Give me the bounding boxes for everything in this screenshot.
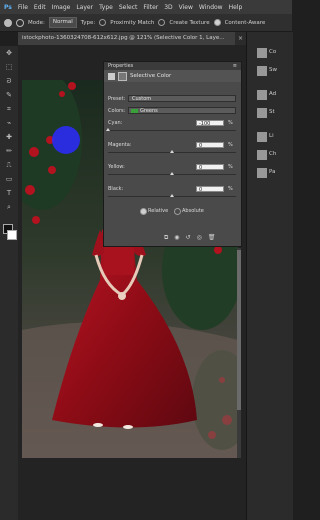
- canvas-scroll-thumb[interactable]: [237, 250, 241, 410]
- document-tab-bar: istockphoto-1360324708-612x612.jpg @ 121…: [18, 32, 246, 45]
- menu-type[interactable]: Type: [99, 4, 113, 11]
- black-slider-thumb[interactable]: [170, 194, 174, 197]
- adjustments-panel-icon[interactable]: [257, 90, 267, 100]
- background-color-swatch[interactable]: [7, 230, 17, 240]
- menu-view[interactable]: View: [179, 4, 193, 11]
- type-tool-icon[interactable]: T: [4, 188, 14, 198]
- paths-panel-icon[interactable]: [257, 168, 267, 178]
- mode-select[interactable]: Normal: [48, 17, 77, 28]
- properties-panel: Properties ≡ Selective Color Preset: Cus…: [103, 61, 242, 247]
- colors-select[interactable]: Greens: [128, 107, 236, 114]
- view-previous-icon[interactable]: ◉: [174, 234, 179, 242]
- adjustment-layer-icon: [108, 72, 115, 80]
- menu-image[interactable]: Image: [52, 4, 71, 11]
- adjustments-panel-label[interactable]: Ad: [269, 91, 276, 97]
- clone-stamp-icon[interactable]: ⎍: [4, 160, 14, 170]
- content-aware-radio[interactable]: [213, 19, 221, 26]
- greens-swatch: [131, 109, 138, 113]
- healing-brush-icon[interactable]: ✚: [4, 132, 14, 142]
- yellow-unit: %: [228, 164, 233, 170]
- menu-window[interactable]: Window: [199, 4, 223, 11]
- options-bar: Mode: Normal Type: Proximity Match Creat…: [0, 14, 292, 32]
- adjustment-title-row: Selective Color: [104, 70, 241, 82]
- eraser-icon[interactable]: ▭: [4, 174, 14, 184]
- swatches-panel-label[interactable]: Sw: [269, 67, 277, 73]
- visibility-icon[interactable]: ◎: [197, 234, 202, 242]
- proximity-radio[interactable]: [99, 19, 107, 26]
- styles-panel-icon[interactable]: [257, 108, 267, 118]
- black-value-field[interactable]: 0: [196, 186, 224, 193]
- crop-tool-icon[interactable]: ⌗: [4, 104, 14, 114]
- quick-select-icon[interactable]: ✎: [4, 90, 14, 100]
- black-unit: %: [228, 186, 233, 192]
- menu-edit[interactable]: Edit: [34, 4, 46, 11]
- menu-layer[interactable]: Layer: [76, 4, 93, 11]
- cyan-value-field[interactable]: -100: [196, 120, 224, 127]
- close-tab-icon[interactable]: ×: [235, 35, 246, 42]
- properties-footer: ⧉ ◉ ↺ ◎ 🗑: [164, 234, 215, 242]
- magenta-slider-thumb[interactable]: [170, 150, 174, 153]
- menu-bar: Ps File Edit Image Layer Type Select Fil…: [0, 0, 292, 14]
- color-panel-icon[interactable]: [257, 48, 267, 58]
- layers-panel-label[interactable]: Li: [269, 133, 274, 139]
- marquee-tool-icon[interactable]: ⬚: [4, 62, 14, 72]
- proximity-label: Proximity Match: [110, 19, 155, 26]
- yellow-value-field[interactable]: 0: [196, 164, 224, 171]
- type-label: Type:: [80, 19, 96, 26]
- brush-cursor-icon: [52, 126, 80, 154]
- move-tool-icon[interactable]: ✥: [4, 48, 14, 58]
- right-panel-dock: Co Sw Ad St Li Ch Pa: [246, 32, 293, 520]
- channels-panel-icon[interactable]: [257, 150, 267, 160]
- brush-size-icon[interactable]: [16, 18, 24, 27]
- mask-icon: [118, 71, 127, 81]
- eyedropper-icon[interactable]: ⌁: [4, 118, 14, 128]
- relative-radio[interactable]: [140, 208, 147, 215]
- content-aware-label: Content-Aware: [224, 19, 266, 26]
- layers-panel-icon[interactable]: [257, 132, 267, 142]
- lasso-tool-icon[interactable]: ᘐ: [4, 76, 14, 86]
- colors-label: Colors:: [108, 108, 126, 114]
- preset-select[interactable]: Custom: [128, 95, 236, 102]
- cyan-label: Cyan:: [108, 120, 123, 126]
- menu-help[interactable]: Help: [229, 4, 243, 11]
- properties-title: Properties: [108, 63, 134, 69]
- absolute-label: Absolute: [182, 208, 204, 214]
- channels-panel-label[interactable]: Ch: [269, 151, 276, 157]
- relative-label: Relative: [148, 208, 169, 214]
- brush-tool-icon[interactable]: ✏: [4, 146, 14, 156]
- paths-panel-label[interactable]: Pa: [269, 169, 275, 175]
- styles-panel-label[interactable]: St: [269, 109, 275, 115]
- ps-logo-icon: Ps: [4, 3, 12, 11]
- reset-icon[interactable]: ↺: [186, 234, 191, 242]
- spot-healing-icon[interactable]: [4, 18, 12, 27]
- preset-label: Preset:: [108, 96, 126, 102]
- menu-filter[interactable]: Filter: [143, 4, 158, 11]
- tools-panel: ✥ ⬚ ᘐ ✎ ⌗ ⌁ ✚ ✏ ⎍ ▭ T ⌕: [0, 46, 18, 520]
- delete-icon[interactable]: 🗑: [208, 234, 216, 242]
- texture-label: Create Texture: [169, 19, 210, 26]
- document-tab[interactable]: istockphoto-1360324708-612x612.jpg @ 121…: [18, 32, 235, 45]
- menu-file[interactable]: File: [18, 4, 28, 11]
- texture-radio[interactable]: [158, 19, 166, 26]
- clip-to-layer-icon[interactable]: ⧉: [164, 234, 168, 242]
- mode-label: Mode:: [28, 19, 45, 26]
- menu-3d[interactable]: 3D: [164, 4, 172, 11]
- adjustment-title: Selective Color: [130, 73, 172, 79]
- menu-select[interactable]: Select: [119, 4, 138, 11]
- color-panel-label[interactable]: Co: [269, 49, 276, 55]
- magenta-unit: %: [228, 142, 233, 148]
- cyan-slider-track[interactable]: [108, 130, 236, 131]
- magenta-label: Magenta:: [108, 142, 132, 148]
- black-label: Black:: [108, 186, 124, 192]
- cyan-slider-thumb[interactable]: [106, 128, 110, 131]
- absolute-radio[interactable]: [174, 208, 181, 215]
- panel-menu-icon[interactable]: ≡: [233, 62, 237, 70]
- properties-header: Properties ≡: [104, 62, 241, 70]
- yellow-label: Yellow:: [108, 164, 125, 170]
- cyan-unit: %: [228, 120, 233, 126]
- yellow-slider-thumb[interactable]: [170, 172, 174, 175]
- magenta-value-field[interactable]: 0: [196, 142, 224, 149]
- swatches-panel-icon[interactable]: [257, 66, 267, 76]
- zoom-icon[interactable]: ⌕: [4, 202, 14, 212]
